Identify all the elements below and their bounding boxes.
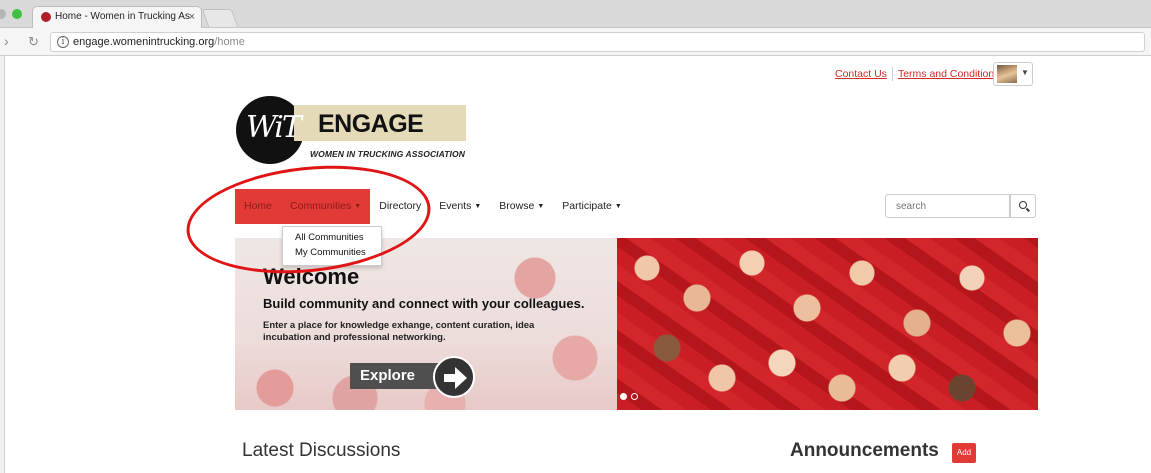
nav-participate[interactable]: Participate ▼ bbox=[553, 189, 631, 224]
search-input[interactable] bbox=[885, 194, 1010, 218]
announcements-heading: Announcements bbox=[790, 440, 939, 461]
forward-icon[interactable]: › bbox=[4, 33, 9, 49]
add-announcement-button[interactable]: Add bbox=[952, 443, 976, 463]
new-tab-button[interactable] bbox=[201, 9, 239, 27]
nav-home[interactable]: Home bbox=[235, 189, 282, 224]
logo-subtitle: WOMEN IN TRUCKING ASSOCIATION bbox=[310, 149, 465, 159]
nav-home-label: Home bbox=[244, 200, 273, 212]
url-domain: engage.womenintrucking.org bbox=[73, 36, 215, 48]
hero-tagline: Build community and connect with your co… bbox=[263, 296, 585, 311]
search-icon-handle bbox=[1026, 207, 1030, 212]
nav-communities[interactable]: Communities ▼ bbox=[281, 189, 371, 224]
carousel-dot[interactable] bbox=[631, 393, 638, 400]
url-path: /home bbox=[214, 36, 245, 48]
site-favicon-icon bbox=[41, 12, 51, 22]
url-field[interactable]: i engage.womenintrucking.org/home bbox=[50, 32, 1145, 52]
menu-item-my-communities[interactable]: My Communities bbox=[283, 246, 381, 261]
hero-title: Welcome bbox=[263, 264, 360, 289]
avatar bbox=[997, 65, 1017, 83]
logo-name: ENGAGE bbox=[318, 110, 424, 138]
divider bbox=[891, 67, 893, 81]
carousel-dot[interactable] bbox=[620, 393, 627, 400]
nav-events[interactable]: Events ▼ bbox=[430, 189, 490, 224]
user-menu-button[interactable]: ▼ bbox=[993, 62, 1033, 86]
arrow-right-icon[interactable] bbox=[433, 356, 475, 398]
chevron-down-icon: ▼ bbox=[354, 203, 362, 210]
nav-directory[interactable]: Directory bbox=[370, 189, 430, 224]
hero-photo bbox=[617, 238, 1038, 410]
nav-browse[interactable]: Browse ▼ bbox=[490, 189, 553, 224]
menu-item-all-communities[interactable]: All Communities bbox=[283, 231, 381, 246]
logo-mark: WiT bbox=[246, 110, 302, 145]
chevron-down-icon: ▼ bbox=[474, 203, 482, 210]
nav-events-label: Events bbox=[439, 200, 472, 212]
nav-directory-label: Directory bbox=[379, 200, 422, 212]
explore-button[interactable]: Explore bbox=[350, 363, 446, 389]
tab-title: Home - Women in Trucking As bbox=[55, 11, 190, 22]
carousel-indicators bbox=[620, 393, 638, 400]
hero-description: Enter a place for knowledge exhange, con… bbox=[263, 320, 535, 343]
terms-link[interactable]: Terms and Conditions bbox=[898, 68, 1000, 80]
contact-us-link[interactable]: Contact Us bbox=[835, 68, 887, 80]
latest-discussions-heading: Latest Discussions bbox=[242, 440, 401, 461]
chevron-down-icon: ▼ bbox=[1021, 68, 1029, 77]
browser-tab-bar: Home - Women in Trucking As × bbox=[0, 0, 1151, 28]
nav-communities-label: Communities bbox=[290, 200, 352, 212]
utility-links: Contact Us Terms and Conditions bbox=[835, 63, 1000, 85]
window-left-edge bbox=[0, 56, 5, 473]
communities-dropdown: All Communities My Communities bbox=[282, 226, 382, 266]
chevron-down-icon: ▼ bbox=[537, 203, 545, 210]
explore-label: Explore bbox=[360, 367, 416, 384]
window-control-zoom[interactable] bbox=[12, 9, 22, 19]
tab-close-icon[interactable]: × bbox=[189, 7, 195, 27]
site-logo[interactable]: WiT ENGAGE WOMEN IN TRUCKING ASSOCIATION bbox=[236, 96, 466, 176]
search-button[interactable] bbox=[1010, 194, 1036, 218]
reload-icon[interactable]: ↻ bbox=[28, 34, 39, 50]
window-control-close[interactable] bbox=[0, 9, 6, 19]
browser-tab[interactable]: Home - Women in Trucking As × bbox=[32, 6, 202, 28]
nav-browse-label: Browse bbox=[499, 200, 535, 212]
info-icon[interactable]: i bbox=[57, 36, 69, 48]
nav-participate-label: Participate bbox=[562, 200, 612, 212]
main-nav: Home Communities ▼ Directory Events ▼ Brow… bbox=[235, 189, 631, 224]
address-bar: › ↻ i engage.womenintrucking.org/home bbox=[0, 28, 1151, 56]
chevron-down-icon: ▼ bbox=[614, 203, 622, 210]
